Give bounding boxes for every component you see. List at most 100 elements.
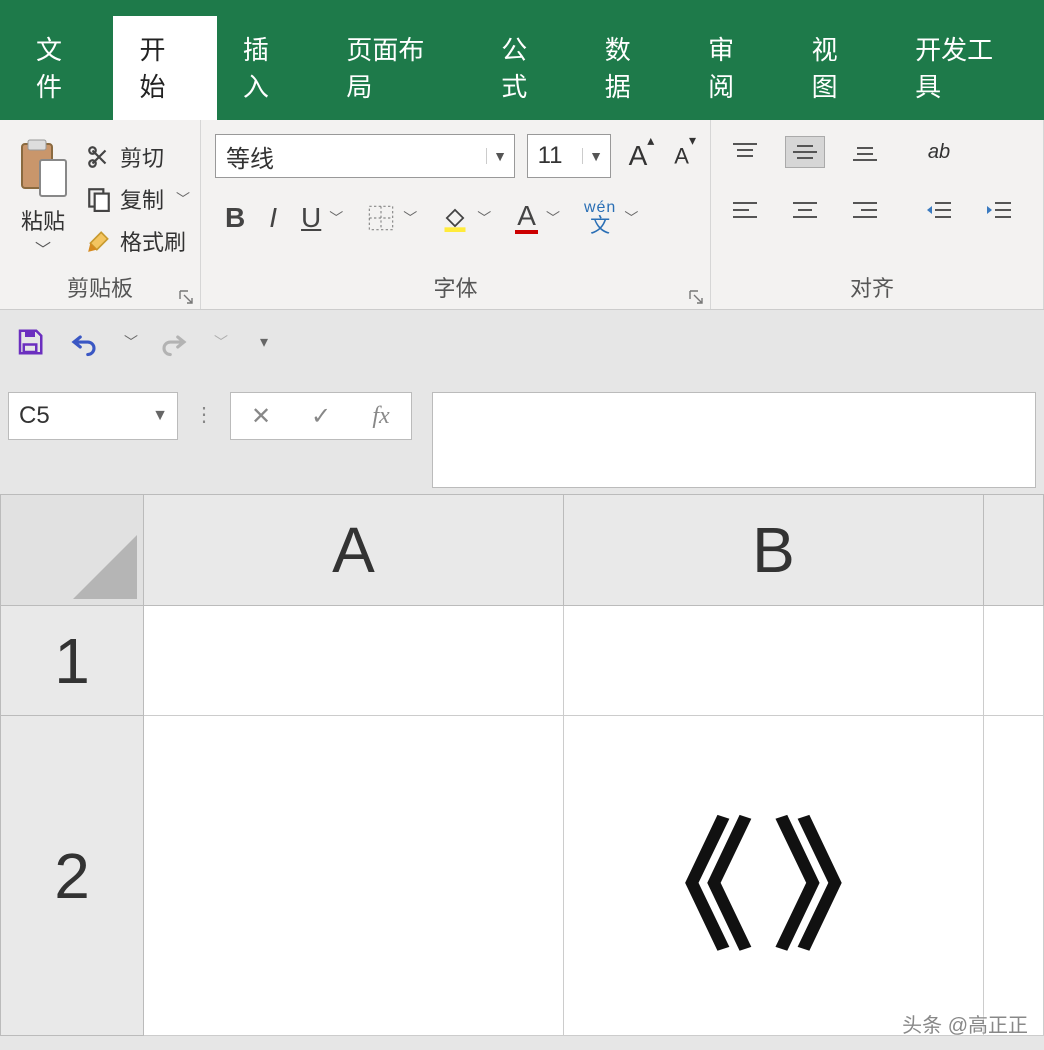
formula-bar-row: C5 ▼ ⋮ ✕ ✓ fx — [0, 374, 1044, 494]
quick-access-toolbar: ﹀ ﹀ ▾ — [0, 310, 1044, 374]
increase-font-button[interactable]: A▴ — [629, 140, 655, 172]
copy-icon — [86, 186, 112, 212]
clipboard-group-label: 剪贴板 — [10, 269, 190, 307]
font-name-dropdown[interactable]: ▼ — [486, 148, 514, 164]
cell-a2[interactable] — [144, 716, 564, 1036]
redo-button[interactable] — [156, 324, 192, 360]
redo-icon — [159, 327, 189, 357]
undo-button[interactable] — [66, 324, 102, 360]
underline-dropdown[interactable]: ﹀ — [325, 208, 343, 228]
group-alignment: ab 对齐 — [711, 120, 1044, 309]
tab-view[interactable]: 视图 — [786, 16, 889, 120]
formula-controls: ✕ ✓ fx — [230, 392, 412, 440]
orientation-icon: ab — [928, 141, 950, 164]
font-size-value: 11 — [528, 142, 582, 170]
column-header-c[interactable] — [984, 494, 1044, 606]
copy-label: 复制 — [120, 183, 164, 215]
paste-label: 粘贴 — [21, 204, 65, 236]
tab-formula[interactable]: 公式 — [475, 16, 578, 120]
undo-icon — [69, 327, 99, 357]
format-painter-button[interactable]: 格式刷 — [86, 225, 190, 257]
qat-customize-dropdown[interactable]: ▾ — [256, 332, 268, 352]
fill-color-dropdown[interactable]: ﹀ — [473, 208, 491, 228]
increase-indent-button[interactable] — [979, 194, 1019, 226]
cell-b1[interactable] — [564, 606, 984, 716]
font-color-dropdown[interactable]: ﹀ — [542, 208, 560, 228]
italic-button[interactable]: I — [269, 202, 277, 234]
cut-label: 剪切 — [120, 141, 164, 173]
undo-dropdown[interactable]: ﹀ — [120, 332, 138, 352]
clipboard-dialog-launcher[interactable] — [178, 289, 194, 305]
name-box[interactable]: C5 ▼ — [8, 392, 178, 440]
paste-icon — [16, 138, 70, 200]
cell-b2-content: 《》 — [613, 775, 933, 977]
insert-function-button[interactable]: fx — [351, 402, 411, 430]
name-box-value: C5 — [9, 402, 143, 430]
paste-dropdown[interactable]: ﹀ — [35, 236, 51, 260]
ribbon-tabs: 文件 开始 插入 页面布局 公式 数据 审阅 视图 开发工具 — [0, 52, 1044, 120]
save-button[interactable] — [12, 324, 48, 360]
font-color-button[interactable]: A ﹀ — [515, 202, 560, 234]
cell-c2[interactable] — [984, 716, 1044, 1036]
copy-dropdown[interactable]: ﹀ — [172, 189, 190, 209]
cut-button[interactable]: 剪切 — [86, 141, 190, 173]
borders-dropdown[interactable]: ﹀ — [399, 208, 417, 228]
name-box-dropdown[interactable]: ▼ — [143, 407, 177, 425]
font-name-combo[interactable]: 等线 ▼ — [215, 134, 515, 178]
align-left-button[interactable] — [725, 194, 765, 226]
align-bottom-button[interactable] — [845, 136, 885, 168]
decrease-font-button[interactable]: A▾ — [674, 142, 696, 169]
font-size-dropdown[interactable]: ▼ — [582, 148, 610, 164]
cell-c1[interactable] — [984, 606, 1044, 716]
underline-button[interactable]: U﹀ — [301, 202, 343, 234]
cell-a1[interactable] — [144, 606, 564, 716]
save-icon — [15, 327, 45, 357]
alignment-group-label: 对齐 — [721, 269, 1023, 307]
tab-layout[interactable]: 页面布局 — [320, 16, 475, 120]
watermark: 头条 @高正正 — [902, 1009, 1028, 1038]
redo-dropdown[interactable]: ﹀ — [210, 332, 228, 352]
ribbon: 粘贴 ﹀ 剪切 复制 ﹀ — [0, 120, 1044, 310]
tab-review[interactable]: 审阅 — [682, 16, 785, 120]
accept-formula-button[interactable]: ✓ — [291, 402, 351, 431]
copy-button[interactable]: 复制 ﹀ — [86, 183, 190, 215]
tab-developer[interactable]: 开发工具 — [889, 16, 1044, 120]
font-group-label: 字体 — [211, 269, 700, 307]
bold-button[interactable]: B — [225, 202, 245, 234]
formula-input[interactable] — [432, 392, 1036, 488]
phonetic-dropdown[interactable]: ﹀ — [620, 208, 638, 228]
tab-home[interactable]: 开始 — [113, 16, 216, 120]
group-clipboard: 粘贴 ﹀ 剪切 复制 ﹀ — [0, 120, 201, 309]
align-center-button[interactable] — [785, 194, 825, 226]
align-right-button[interactable] — [845, 194, 885, 226]
font-dialog-launcher[interactable] — [688, 289, 704, 305]
font-name-value: 等线 — [216, 139, 486, 174]
tab-data[interactable]: 数据 — [579, 16, 682, 120]
select-all-button[interactable] — [0, 494, 144, 606]
tab-insert[interactable]: 插入 — [217, 16, 320, 120]
phonetic-guide-icon: wén 文 — [584, 200, 616, 236]
row-header-2[interactable]: 2 — [0, 716, 144, 1036]
column-header-a[interactable]: A — [144, 494, 564, 606]
font-size-combo[interactable]: 11 ▼ — [527, 134, 611, 178]
paste-button[interactable]: 粘贴 ﹀ — [10, 128, 76, 269]
row-header-1[interactable]: 1 — [0, 606, 144, 716]
cancel-formula-button[interactable]: ✕ — [231, 402, 291, 431]
borders-icon — [367, 204, 395, 232]
decrease-indent-button[interactable] — [919, 194, 959, 226]
fill-color-icon — [441, 204, 469, 232]
spreadsheet-grid: A B 1 2 《》 — [0, 494, 1044, 1036]
phonetic-guide-button[interactable]: wén 文 ﹀ — [584, 200, 638, 236]
group-font: 等线 ▼ 11 ▼ A▴ A▾ B I U﹀ ﹀ — [201, 120, 711, 309]
align-top-button[interactable] — [725, 136, 765, 168]
tab-file[interactable]: 文件 — [10, 16, 113, 120]
formula-bar-resizer[interactable]: ⋮ — [192, 392, 216, 437]
borders-button[interactable]: ﹀ — [367, 204, 417, 232]
column-header-b[interactable]: B — [564, 494, 984, 606]
scissors-icon — [86, 144, 112, 170]
align-middle-button[interactable] — [785, 136, 825, 168]
format-painter-icon — [86, 228, 112, 254]
cell-b2[interactable]: 《》 — [564, 716, 984, 1036]
orientation-button[interactable]: ab — [919, 136, 959, 168]
fill-color-button[interactable]: ﹀ — [441, 204, 491, 232]
